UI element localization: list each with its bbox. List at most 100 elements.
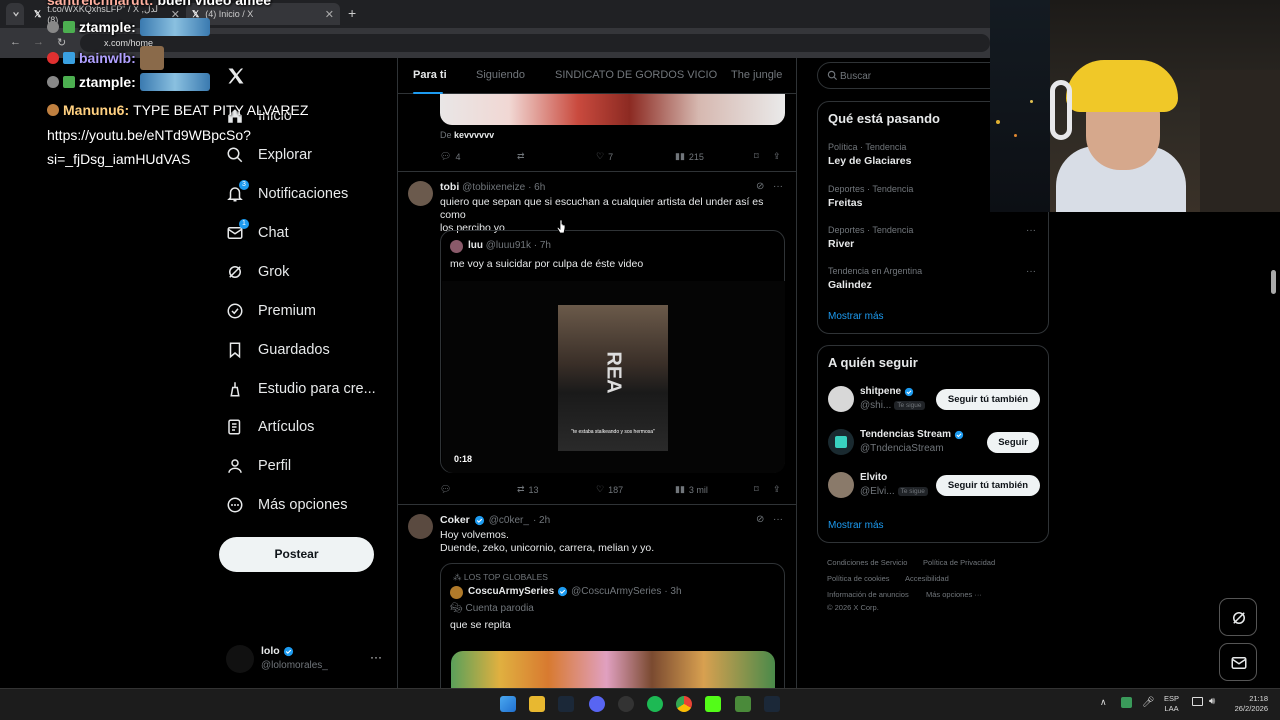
post-button[interactable]: Postear [219, 537, 374, 572]
video-player[interactable]: REA "te estaba stalkeando y sos hermosa"… [442, 281, 785, 473]
footer-link[interactable]: Condiciones de Servicio [827, 558, 907, 567]
share-button[interactable]: ⇪ [773, 151, 781, 162]
tab-siguiendo[interactable]: Siguiendo [476, 69, 525, 81]
back-icon[interactable]: ← [10, 36, 21, 48]
quote-image[interactable] [451, 651, 775, 689]
file-explorer-icon[interactable] [529, 696, 545, 712]
sidebar-item-mas-opciones[interactable]: Más opciones [226, 491, 347, 519]
bookmark-button[interactable]: ⌑ [754, 151, 759, 162]
views-button[interactable]: ▮▮ 3 mil [675, 484, 708, 495]
author-handle[interactable]: @tobiixeneize [462, 182, 525, 193]
clock[interactable]: 21:18 26/2/2026 [1226, 694, 1268, 714]
tab-the-jungle[interactable]: The jungle [731, 69, 782, 81]
volume-icon[interactable]: 🔊︎ [1209, 696, 1215, 707]
author-name[interactable]: Coker [440, 514, 470, 526]
views-button[interactable]: ▮▮ 215 [675, 151, 704, 162]
more-horizontal-icon[interactable]: ··· [1026, 225, 1036, 236]
account-switcher[interactable]: lolo @lolomorales_ ··· [222, 642, 392, 676]
quote-author-handle: @CoscuArmySeries [571, 586, 662, 597]
reply-button[interactable]: 💬︎ 4 [440, 151, 460, 162]
follow-button[interactable]: Seguir tú también [936, 389, 1040, 410]
sidebar-item-guardados[interactable]: Guardados [226, 336, 330, 364]
search-input[interactable]: Buscar [840, 71, 871, 82]
tab-para-ti[interactable]: Para ti [413, 69, 447, 81]
more-horizontal-icon[interactable]: ··· [773, 514, 783, 525]
microphone-icon[interactable]: 🎤︎ [1142, 697, 1155, 708]
trend-item[interactable]: Tendencia en Argentina Galindez ··· [818, 262, 1048, 302]
sidebar-item-estudio[interactable]: Estudio para cre... [226, 375, 376, 403]
quote-author-name: luu [468, 240, 483, 251]
tray-icon[interactable] [1121, 697, 1132, 708]
like-button[interactable]: ♡ 187 [596, 484, 623, 495]
tab-search-button[interactable] [6, 3, 24, 25]
sidebar-item-label: Artículos [258, 419, 315, 435]
sidebar-item-grok[interactable]: Grok [226, 258, 289, 286]
reply-button[interactable]: 💬︎ [440, 484, 451, 495]
windows-start-icon[interactable] [500, 696, 516, 712]
more-horizontal-icon[interactable]: ··· [773, 181, 783, 192]
sidebar-item-notificaciones[interactable]: 3 Notificaciones [226, 180, 348, 208]
footer-link[interactable]: Política de cookies [827, 574, 890, 583]
steam-icon[interactable] [558, 696, 574, 712]
bookmark-button[interactable]: ⌑ [754, 484, 759, 495]
follow-suggestion[interactable]: Tendencias Stream @TndenciaStream Seguir [818, 426, 1048, 464]
follow-button[interactable]: Seguir [987, 432, 1039, 453]
author-handle[interactable]: @c0ker_ [489, 515, 529, 526]
follow-suggestion[interactable]: Elvito @Elvi... Te sigue Seguir tú tambi… [818, 469, 1048, 507]
tweet-time[interactable]: · 6h [528, 182, 545, 193]
sidebar-item-perfil[interactable]: Perfil [226, 452, 291, 480]
chrome-icon[interactable] [676, 696, 692, 712]
chevron-up-icon[interactable]: ∧ [1100, 697, 1107, 708]
steam-icon[interactable] [764, 696, 780, 712]
app-icon[interactable] [735, 696, 751, 712]
discord-icon[interactable] [589, 696, 605, 712]
tweet-image[interactable] [440, 94, 785, 125]
retweet-button[interactable]: ⇄ 13 [517, 484, 539, 495]
kick-icon[interactable] [705, 696, 721, 712]
new-tab-button[interactable]: + [348, 5, 356, 21]
footer-link[interactable]: Política de Privacidad [923, 558, 995, 567]
spotify-icon[interactable] [647, 696, 663, 712]
share-button[interactable]: ⇪ [773, 484, 781, 495]
close-icon[interactable]: ✕ [325, 8, 334, 21]
chat-message: Manunu6: TYPE BEAT PITY ALVAREZ [47, 102, 308, 118]
verified-badge-icon [558, 586, 568, 597]
obs-icon[interactable] [618, 696, 634, 712]
author-name[interactable]: tobi [440, 181, 459, 193]
retweet-button[interactable]: ⇄ [517, 151, 525, 162]
monitor-icon[interactable] [1192, 697, 1203, 706]
trend-item[interactable]: Deportes · Tendencia River ··· [818, 221, 1048, 261]
language-indicator[interactable]: ESP LAA [1164, 694, 1179, 714]
scrollbar-thumb[interactable] [1271, 270, 1276, 294]
avatar[interactable] [408, 514, 433, 539]
avatar[interactable] [408, 181, 433, 206]
x-logo[interactable] [226, 66, 246, 86]
quoted-tweet[interactable]: ⁂ LOS TOP GLOBALES CoscuArmySeries @Cosc… [440, 563, 785, 703]
forward-icon[interactable]: → [33, 36, 44, 48]
footer-link[interactable]: Más opciones ··· [926, 590, 982, 599]
sidebar-item-articulos[interactable]: Artículos [226, 413, 314, 441]
grok-icon[interactable]: ⊘ [756, 181, 764, 192]
tweet-time[interactable]: · 2h [533, 515, 550, 526]
sidebar-item-explorar[interactable]: Explorar [226, 141, 312, 169]
tweet-text: Hoy volvemos. Duende, zeko, unicornio, c… [440, 529, 655, 554]
show-more-link[interactable]: Mostrar más [828, 311, 884, 322]
like-button[interactable]: ♡ 7 [596, 151, 613, 162]
grok-icon[interactable]: ⊘ [756, 514, 764, 525]
address-bar[interactable]: x.com/home [80, 34, 990, 52]
grok-float-button[interactable] [1219, 598, 1257, 636]
footer-link[interactable]: Accesibilidad [905, 574, 949, 583]
badge-icon [63, 21, 75, 33]
messages-float-button[interactable] [1219, 643, 1257, 681]
bookmark-icon: ⌑ [754, 484, 759, 494]
follow-suggestion[interactable]: shitpene @shi... Te sigue Seguir tú tamb… [818, 383, 1048, 421]
quoted-tweet[interactable]: luu @luuu91k · 7h me voy a suicidar por … [440, 230, 785, 473]
sidebar-item-chat[interactable]: 1 Chat [226, 219, 289, 247]
sidebar-item-premium[interactable]: Premium [226, 297, 316, 325]
footer-link[interactable]: Información de anuncios [827, 590, 909, 599]
source-user[interactable]: kevvvvvv [454, 130, 494, 140]
tab-sindicato[interactable]: SINDICATO DE GORDOS VICIO [555, 69, 717, 81]
show-more-link[interactable]: Mostrar más [828, 520, 884, 531]
follow-button[interactable]: Seguir tú también [936, 475, 1040, 496]
more-horizontal-icon[interactable]: ··· [1026, 266, 1036, 277]
